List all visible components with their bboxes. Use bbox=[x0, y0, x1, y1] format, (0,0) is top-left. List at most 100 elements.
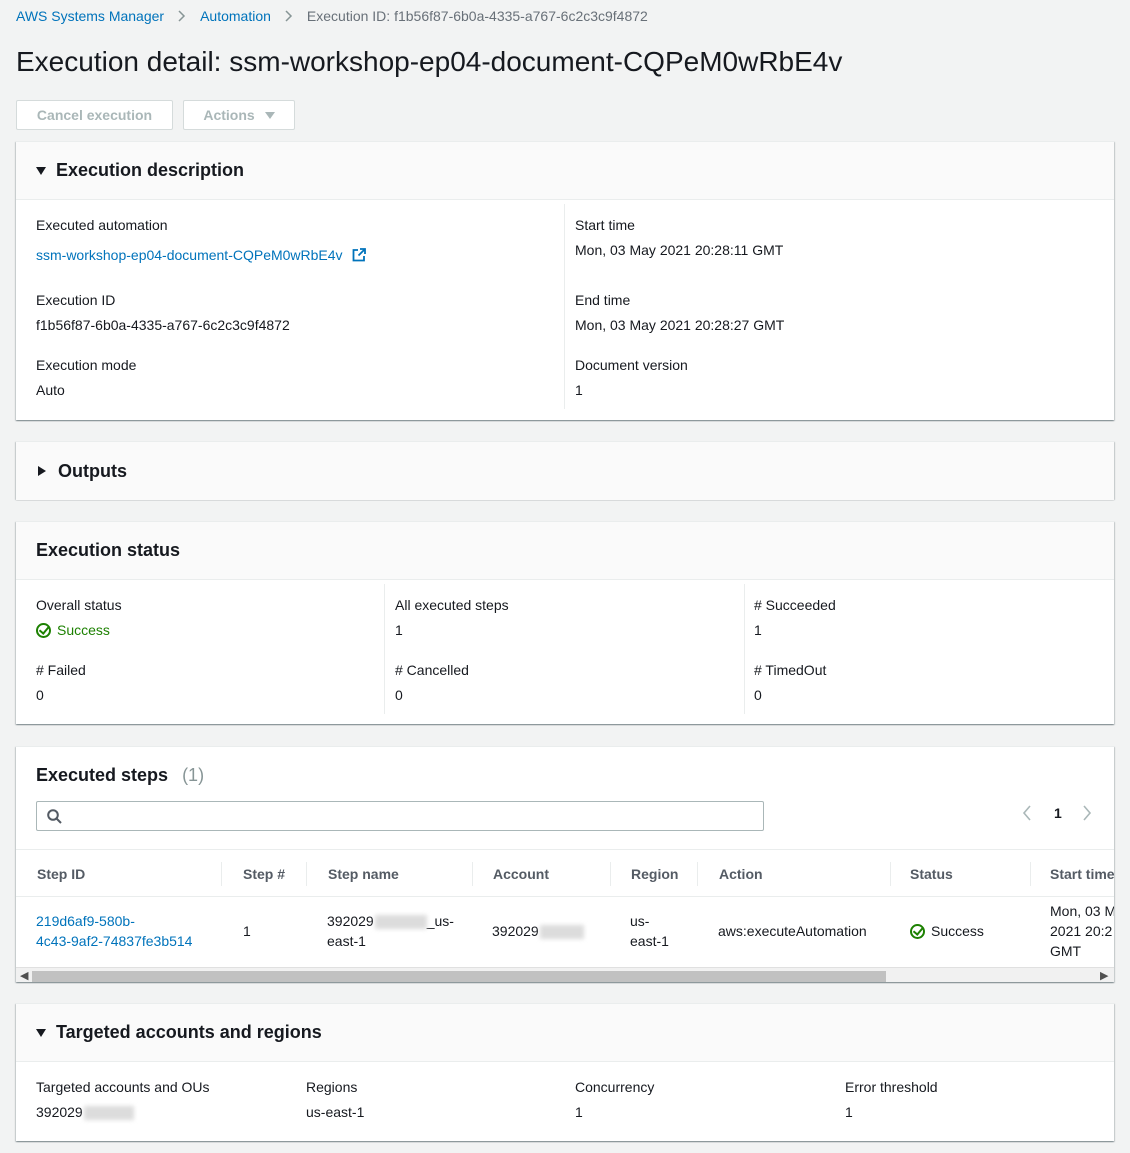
region-line1: us- bbox=[630, 913, 650, 929]
search-icon bbox=[47, 809, 62, 827]
all-steps-value: 1 bbox=[395, 622, 403, 638]
column-header-step-id[interactable]: Step ID bbox=[37, 850, 85, 898]
column-header-action[interactable]: Action bbox=[719, 850, 763, 898]
targeted-accounts-label: Targeted accounts and OUs bbox=[36, 1079, 210, 1095]
account-prefix: 392029 bbox=[492, 923, 539, 939]
column-header-start-time[interactable]: Start time bbox=[1050, 850, 1114, 898]
step-id-link[interactable]: 219d6af9-580b- 4c43-9af2-74837fe3b514 bbox=[36, 911, 192, 951]
scroll-left-icon[interactable]: ◀ bbox=[20, 969, 28, 982]
overall-status-value: Success bbox=[36, 622, 110, 638]
column-header-region[interactable]: Region bbox=[631, 850, 678, 898]
actions-dropdown-button[interactable]: Actions bbox=[183, 100, 295, 130]
targeted-accounts-header[interactable]: Targeted accounts and regions bbox=[16, 1004, 1114, 1062]
targeted-accounts-prefix: 392029 bbox=[36, 1104, 83, 1120]
column-divider bbox=[564, 204, 565, 409]
document-version-value: 1 bbox=[575, 382, 583, 398]
redacted-region bbox=[374, 915, 427, 930]
column-header-step-name[interactable]: Step name bbox=[328, 850, 399, 898]
executed-automation-label: Executed automation bbox=[36, 217, 168, 233]
all-steps-label: All executed steps bbox=[395, 597, 509, 613]
action: aws:executeAutomation bbox=[718, 923, 867, 939]
targeted-accounts-value: 392029 bbox=[36, 1104, 134, 1121]
execution-status-panel: Execution status Overall status Success … bbox=[16, 521, 1114, 724]
column-header-status[interactable]: Status bbox=[910, 850, 953, 898]
column-divider bbox=[697, 862, 698, 886]
column-divider bbox=[384, 584, 385, 714]
regions-label: Regions bbox=[306, 1079, 358, 1095]
column-header-step-num[interactable]: Step # bbox=[243, 850, 285, 898]
next-page-button[interactable] bbox=[1082, 805, 1092, 821]
execution-description-header[interactable]: Execution description bbox=[16, 142, 1114, 200]
start-time-line3: GMT bbox=[1050, 943, 1082, 959]
breadcrumb-automation[interactable]: Automation bbox=[200, 8, 271, 24]
start-time-line1: Mon, 03 M bbox=[1050, 903, 1114, 919]
column-divider bbox=[610, 862, 611, 886]
chevron-right-icon bbox=[164, 10, 200, 22]
breadcrumb-systems-manager[interactable]: AWS Systems Manager bbox=[16, 8, 164, 24]
column-divider bbox=[890, 862, 891, 886]
execution-status-title: Execution status bbox=[36, 540, 181, 560]
external-link-icon bbox=[352, 247, 367, 265]
breadcrumb-current: Execution ID: f1b56f87-6b0a-4335-a767-6c… bbox=[306, 8, 648, 24]
chevron-right-icon bbox=[1083, 805, 1092, 821]
failed-label: # Failed bbox=[36, 662, 86, 678]
column-divider bbox=[1030, 862, 1031, 886]
page-title: Execution detail: ssm-workshop-ep04-docu… bbox=[16, 46, 843, 77]
succeeded-value: 1 bbox=[754, 622, 762, 638]
executed-automation-value: ssm-workshop-ep04-document-CQPeM0wRbE4v bbox=[36, 247, 343, 263]
execution-description-panel: Execution description Executed automatio… bbox=[16, 141, 1114, 420]
executed-steps-count: (1) bbox=[182, 765, 205, 785]
previous-page-button[interactable] bbox=[1022, 805, 1032, 821]
failed-value: 0 bbox=[36, 687, 44, 703]
executed-steps-panel: Executed steps (1) 1 Step ID Step # Step … bbox=[16, 746, 1114, 982]
page-number[interactable]: 1 bbox=[1054, 805, 1062, 821]
executed-automation-link[interactable]: ssm-workshop-ep04-document-CQPeM0wRbE4v bbox=[36, 247, 367, 265]
outputs-title: Outputs bbox=[58, 460, 127, 481]
column-header-account[interactable]: Account bbox=[493, 850, 549, 898]
overall-status-text: Success bbox=[57, 622, 110, 638]
chevron-right-icon bbox=[271, 10, 307, 22]
cancelled-value: 0 bbox=[395, 687, 403, 703]
caret-down-icon bbox=[36, 1028, 46, 1037]
scrollbar-thumb[interactable] bbox=[32, 971, 886, 982]
step-number: 1 bbox=[243, 923, 251, 939]
end-time-label: End time bbox=[575, 292, 631, 308]
cancelled-label: # Cancelled bbox=[395, 662, 469, 678]
cancel-execution-label: Cancel execution bbox=[36, 107, 153, 123]
status-success-icon bbox=[910, 923, 925, 939]
scroll-right-icon[interactable]: ▶ bbox=[1100, 969, 1108, 982]
execution-mode-value: Auto bbox=[36, 382, 65, 398]
column-divider bbox=[221, 862, 222, 886]
outputs-panel: Outputs bbox=[16, 441, 1114, 500]
end-time-value: Mon, 03 May 2021 20:28:27 GMT bbox=[575, 317, 785, 333]
redacted-region bbox=[539, 925, 584, 940]
targeted-accounts-panel: Targeted accounts and regions Targeted a… bbox=[16, 1003, 1114, 1141]
concurrency-label: Concurrency bbox=[575, 1079, 655, 1095]
search-input[interactable] bbox=[36, 801, 764, 831]
account: 392029 bbox=[492, 921, 584, 941]
step-name-prefix: 392029 bbox=[327, 913, 374, 929]
cancel-execution-button[interactable]: Cancel execution bbox=[16, 100, 173, 130]
execution-mode-label: Execution mode bbox=[36, 357, 137, 373]
region: us- east-1 bbox=[630, 911, 669, 951]
step-id-line1: 219d6af9-580b- bbox=[36, 913, 135, 929]
column-divider bbox=[744, 584, 745, 714]
executed-steps-heading: Executed steps (1) bbox=[36, 765, 204, 786]
executed-steps-title: Executed steps bbox=[36, 765, 169, 785]
outputs-header[interactable]: Outputs bbox=[16, 442, 1114, 500]
timedout-label: # TimedOut bbox=[754, 662, 827, 678]
start-time-line2: 2021 20:2 bbox=[1050, 923, 1113, 939]
column-divider bbox=[472, 862, 473, 886]
table-header: Step ID Step # Step name Account Region … bbox=[16, 849, 1114, 897]
column-divider bbox=[306, 862, 307, 886]
execution-id-value: f1b56f87-6b0a-4335-a767-6c2c3c9f4872 bbox=[36, 317, 290, 333]
execution-id-label: Execution ID bbox=[36, 292, 116, 308]
horizontal-scrollbar[interactable]: ◀ ▶ bbox=[16, 967, 1114, 982]
caret-down-icon bbox=[36, 166, 46, 175]
actions-label: Actions bbox=[203, 107, 255, 123]
targeted-accounts-title: Targeted accounts and regions bbox=[56, 1022, 322, 1042]
succeeded-label: # Succeeded bbox=[754, 597, 836, 613]
step-status-text: Success bbox=[931, 923, 984, 939]
step-name-suffix: _us- bbox=[426, 913, 454, 929]
timedout-value: 0 bbox=[754, 687, 762, 703]
